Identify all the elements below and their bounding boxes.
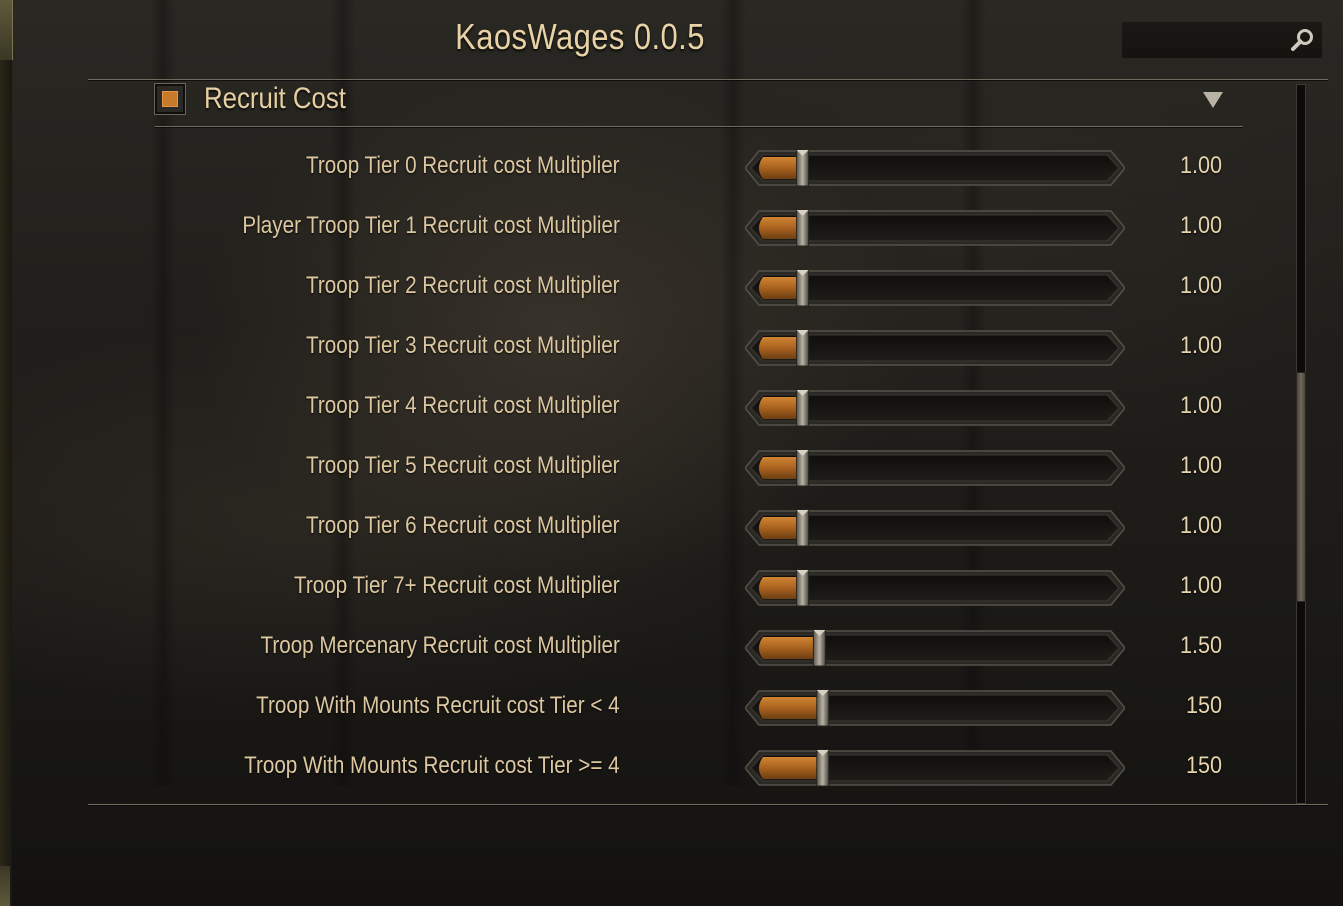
setting-row: Troop With Mounts Recruit cost Tier < 4 1… <box>0 678 1300 738</box>
setting-slider[interactable] <box>745 688 1125 728</box>
slider-track[interactable] <box>745 208 1125 248</box>
scrollbar-thumb[interactable] <box>1296 372 1306 602</box>
slider-track[interactable] <box>745 148 1125 188</box>
setting-label: Troop Tier 5 Recruit cost Multiplier <box>306 452 620 479</box>
section-header-recruit-cost[interactable]: Recruit Cost <box>154 80 1243 124</box>
slider-track[interactable] <box>745 508 1125 548</box>
setting-value: 1.00 <box>1179 272 1222 299</box>
slider-track[interactable] <box>745 448 1125 488</box>
setting-value: 150 <box>1185 692 1222 719</box>
setting-label: Troop Tier 7+ Recruit cost Multiplier <box>294 572 620 599</box>
setting-label: Troop Mercenary Recruit cost Multiplier <box>260 632 620 659</box>
setting-row: Troop Tier 7+ Recruit cost Multiplier 1.0… <box>0 558 1300 618</box>
setting-value: 1.00 <box>1179 392 1222 419</box>
slider-track[interactable] <box>745 388 1125 428</box>
setting-label: Troop With Mounts Recruit cost Tier < 4 <box>256 692 620 719</box>
setting-row: Player Troop Tier 1 Recruit cost Multipl… <box>0 198 1300 258</box>
section-title: Recruit Cost <box>204 82 346 115</box>
setting-row: Troop With Mounts Recruit cost Tier >= 4… <box>0 738 1300 798</box>
setting-label: Troop With Mounts Recruit cost Tier >= 4 <box>244 752 620 779</box>
section-enable-checkbox[interactable] <box>154 83 186 115</box>
setting-slider[interactable] <box>745 628 1125 668</box>
setting-slider[interactable] <box>745 148 1125 188</box>
setting-value: 1.00 <box>1179 332 1222 359</box>
setting-row: Troop Tier 2 Recruit cost Multiplier 1.00 <box>0 258 1300 318</box>
setting-slider[interactable] <box>745 388 1125 428</box>
checkbox-checked-mark <box>162 91 178 107</box>
divider-bottom <box>88 804 1328 805</box>
setting-slider[interactable] <box>745 208 1125 248</box>
mod-options-screen: KaosWages 0.0.5 Recruit Cost Troop Tier … <box>0 0 1343 906</box>
setting-label: Troop Tier 0 Recruit cost Multiplier <box>306 152 620 179</box>
setting-slider[interactable] <box>745 328 1125 368</box>
setting-value: 1.00 <box>1179 212 1222 239</box>
left-frame-ornament <box>0 866 10 906</box>
setting-label: Troop Tier 6 Recruit cost Multiplier <box>306 512 620 539</box>
setting-label: Player Troop Tier 1 Recruit cost Multipl… <box>242 212 620 239</box>
triangle-down-icon[interactable] <box>1203 92 1223 108</box>
setting-slider[interactable] <box>745 268 1125 308</box>
setting-slider[interactable] <box>745 748 1125 788</box>
setting-value: 1.00 <box>1179 152 1222 179</box>
slider-track[interactable] <box>745 688 1125 728</box>
setting-row: Troop Tier 4 Recruit cost Multiplier 1.00 <box>0 378 1300 438</box>
setting-label: Troop Tier 3 Recruit cost Multiplier <box>306 332 620 359</box>
setting-row: Troop Tier 6 Recruit cost Multiplier 1.00 <box>0 498 1300 558</box>
setting-slider[interactable] <box>745 568 1125 608</box>
setting-value: 1.50 <box>1179 632 1222 659</box>
setting-value: 1.00 <box>1179 452 1222 479</box>
setting-value: 1.00 <box>1179 512 1222 539</box>
slider-track[interactable] <box>745 628 1125 668</box>
setting-label: Troop Tier 2 Recruit cost Multiplier <box>306 272 620 299</box>
setting-row: Troop Mercenary Recruit cost Multiplier 1… <box>0 618 1300 678</box>
setting-row: Troop Tier 5 Recruit cost Multiplier 1.00 <box>0 438 1300 498</box>
slider-track[interactable] <box>745 268 1125 308</box>
left-frame-ornament <box>0 0 13 60</box>
setting-slider[interactable] <box>745 448 1125 488</box>
setting-row: Troop Tier 3 Recruit cost Multiplier 1.00 <box>0 318 1300 378</box>
setting-value: 1.00 <box>1179 572 1222 599</box>
search-input[interactable] <box>1122 22 1322 58</box>
setting-value: 150 <box>1185 752 1222 779</box>
slider-track[interactable] <box>745 748 1125 788</box>
vertical-scrollbar[interactable] <box>1293 84 1309 804</box>
setting-row: Troop Tier 0 Recruit cost Multiplier 1.00 <box>0 138 1300 198</box>
mod-title: KaosWages 0.0.5 <box>455 16 705 57</box>
setting-slider[interactable] <box>745 508 1125 548</box>
slider-track[interactable] <box>745 328 1125 368</box>
search-icon[interactable] <box>1290 27 1316 53</box>
section-divider <box>155 126 1243 127</box>
setting-label: Troop Tier 4 Recruit cost Multiplier <box>306 392 620 419</box>
slider-track[interactable] <box>745 568 1125 608</box>
